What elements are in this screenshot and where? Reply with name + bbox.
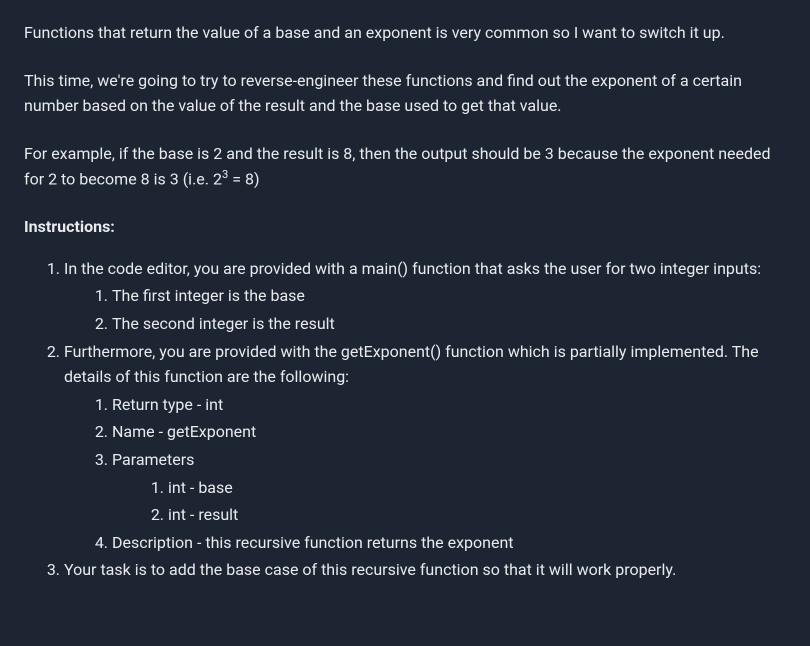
intro-paragraph-2: This time, we're going to try to reverse… [24, 68, 786, 119]
item1-text: In the code editor, you are provided wit… [64, 259, 761, 278]
intro-paragraph-1: Functions that return the value of a bas… [24, 20, 786, 46]
list-item: Description - this recursive function re… [112, 530, 786, 556]
list-item: The first integer is the base [112, 283, 786, 309]
intro-p3-text-before: For example, if the base is 2 and the re… [24, 144, 771, 189]
sub-sub-list: int - base int - result [112, 475, 786, 528]
sub-list-2: Return type - int Name - getExponent Par… [64, 392, 786, 556]
list-item: int - result [168, 502, 786, 528]
list-item: The second integer is the result [112, 311, 786, 337]
list-item: Parameters int - base int - result [112, 447, 786, 528]
list-item: Your task is to add the base case of thi… [64, 557, 786, 583]
sub-list-1: The first integer is the base The second… [64, 283, 786, 336]
instructions-heading: Instructions: [24, 214, 786, 240]
list-item: In the code editor, you are provided wit… [64, 256, 786, 337]
item2c-text: Parameters [112, 450, 194, 469]
list-item: Name - getExponent [112, 419, 786, 445]
intro-paragraph-3: For example, if the base is 2 and the re… [24, 141, 786, 193]
list-item: Furthermore, you are provided with the g… [64, 339, 786, 556]
item2-text: Furthermore, you are provided with the g… [64, 342, 759, 387]
list-item: int - base [168, 475, 786, 501]
instructions-list: In the code editor, you are provided wit… [24, 256, 786, 583]
list-item: Return type - int [112, 392, 786, 418]
intro-p3-text-after: = 8) [228, 170, 259, 189]
